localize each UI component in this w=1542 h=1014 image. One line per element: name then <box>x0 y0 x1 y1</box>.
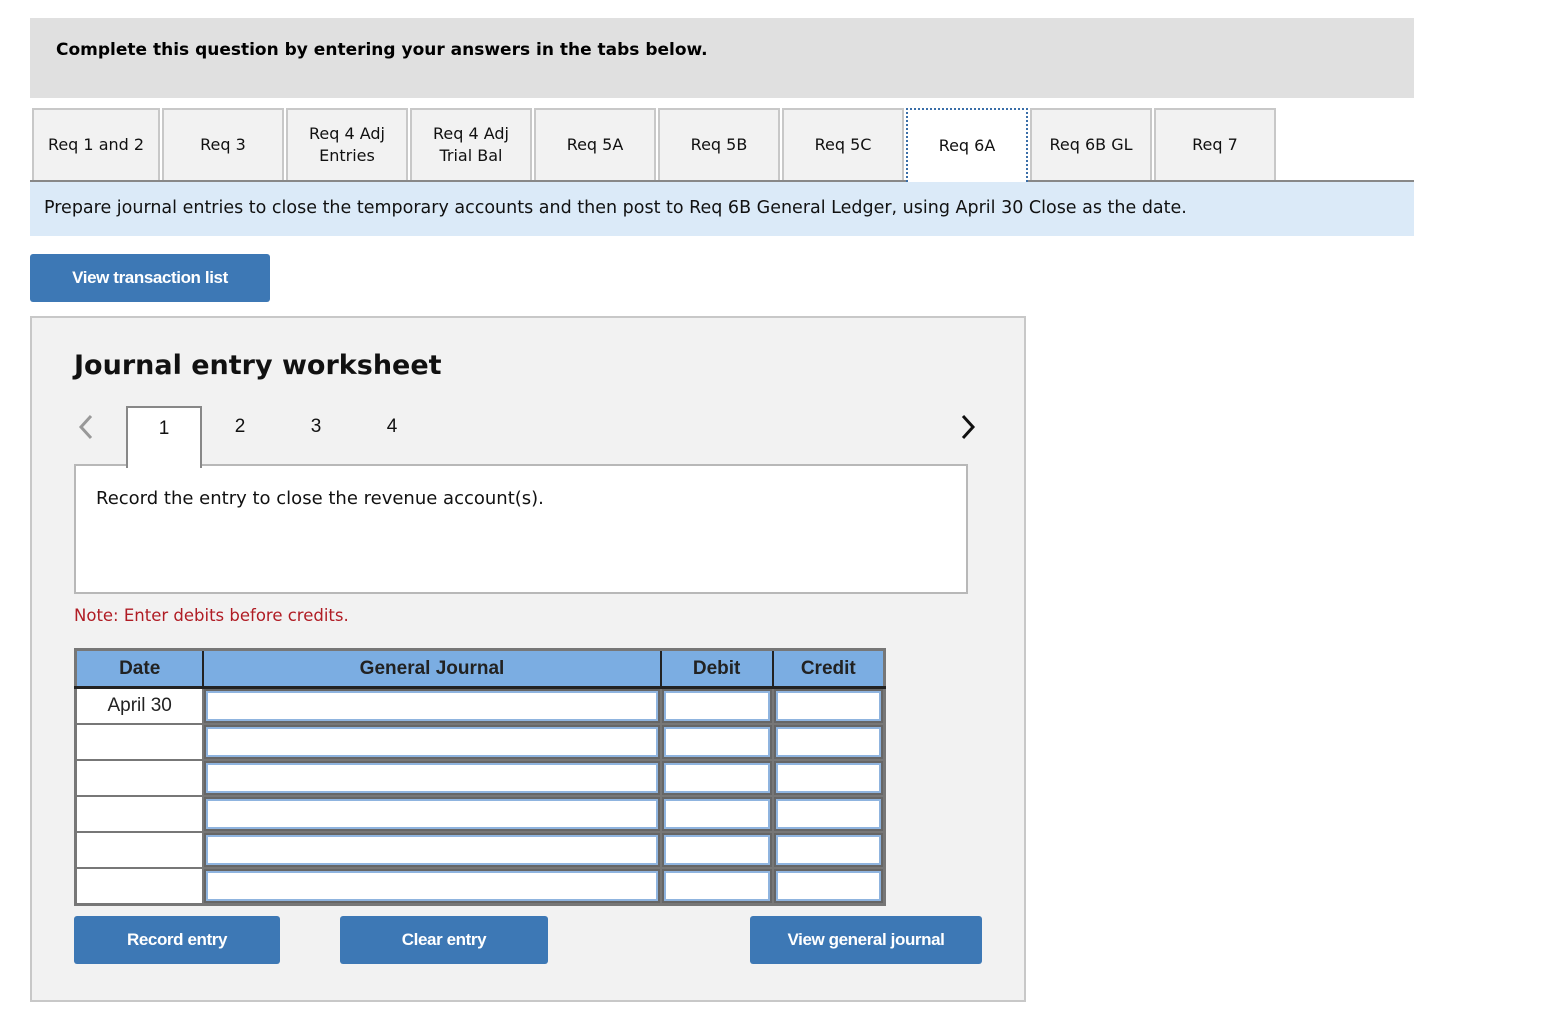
tab-req-6b-gl[interactable]: Req 6B GL <box>1030 108 1152 180</box>
credit-cell <box>771 831 886 869</box>
account-cell <box>202 723 662 761</box>
entry-description-box: Record the entry to close the revenue ac… <box>74 464 968 594</box>
note-text: Note: Enter debits before credits. <box>74 606 349 625</box>
account-cell <box>202 795 662 833</box>
journal-row <box>74 723 886 761</box>
account-cell <box>202 831 662 869</box>
previous-step-button[interactable] <box>76 412 96 442</box>
debit-input[interactable] <box>663 835 770 865</box>
worksheet-title: Journal entry worksheet <box>74 350 442 381</box>
debit-cell <box>659 831 774 869</box>
requirement-prompt: Prepare journal entries to close the tem… <box>30 182 1414 236</box>
requirement-tabs: Req 1 and 2 Req 3 Req 4 Adj Entries Req … <box>30 108 1414 182</box>
account-input[interactable] <box>206 871 658 901</box>
date-cell <box>74 759 205 797</box>
account-input[interactable] <box>206 799 658 829</box>
account-cell <box>202 686 662 725</box>
date-cell <box>74 795 205 833</box>
credit-cell <box>771 723 886 761</box>
view-general-journal-button[interactable]: View general journal <box>750 916 982 964</box>
journal-header-row: Date General Journal Debit Credit <box>74 648 886 689</box>
account-cell <box>202 759 662 797</box>
journal-row <box>74 867 886 906</box>
date-cell <box>74 831 205 869</box>
prompt-text: Prepare journal entries to close the tem… <box>44 198 1187 218</box>
column-header-date: Date <box>74 648 204 689</box>
debit-input[interactable] <box>663 691 770 721</box>
column-header-general-journal: General Journal <box>202 648 661 689</box>
column-header-debit: Debit <box>659 648 773 689</box>
account-input[interactable] <box>206 727 658 757</box>
account-input[interactable] <box>206 763 658 793</box>
debit-cell <box>659 759 774 797</box>
credit-input[interactable] <box>775 727 881 757</box>
journal-row <box>74 795 886 833</box>
step-tab-4[interactable]: 4 <box>354 406 430 466</box>
credit-input[interactable] <box>775 691 881 721</box>
credit-input[interactable] <box>775 835 881 865</box>
instruction-text: Complete this question by entering your … <box>56 40 708 60</box>
step-tab-3[interactable]: 3 <box>278 406 354 466</box>
tab-req-6a[interactable]: Req 6A <box>906 108 1028 182</box>
tab-req-4-adj-trial-bal[interactable]: Req 4 Adj Trial Bal <box>410 108 532 180</box>
record-entry-button[interactable]: Record entry <box>74 916 280 964</box>
credit-cell <box>771 759 886 797</box>
credit-input[interactable] <box>775 763 881 793</box>
debit-input[interactable] <box>663 763 770 793</box>
tab-req-5c[interactable]: Req 5C <box>782 108 904 180</box>
view-transaction-list-button[interactable]: View transaction list <box>30 254 270 302</box>
credit-input[interactable] <box>775 799 881 829</box>
journal-table: Date General Journal Debit Credit April … <box>74 648 886 906</box>
instruction-bar: Complete this question by entering your … <box>30 18 1414 98</box>
account-input[interactable] <box>206 835 658 865</box>
column-header-credit: Credit <box>771 648 886 689</box>
account-cell <box>202 867 662 906</box>
tab-req-5b[interactable]: Req 5B <box>658 108 780 180</box>
debit-cell <box>659 686 774 725</box>
tab-req-4-adj-entries[interactable]: Req 4 Adj Entries <box>286 108 408 180</box>
chevron-left-icon <box>78 414 93 440</box>
journal-entry-worksheet: Journal entry worksheet 1 2 3 4 Record t… <box>30 316 1026 1002</box>
clear-entry-button[interactable]: Clear entry <box>340 916 548 964</box>
debit-input[interactable] <box>663 799 770 829</box>
tab-req-5a[interactable]: Req 5A <box>534 108 656 180</box>
journal-row: April 30 <box>74 686 886 725</box>
credit-input[interactable] <box>775 871 881 901</box>
date-cell <box>74 723 205 761</box>
tab-req-1-and-2[interactable]: Req 1 and 2 <box>32 108 160 180</box>
journal-row <box>74 831 886 869</box>
journal-row <box>74 759 886 797</box>
date-cell: April 30 <box>74 686 205 725</box>
date-cell <box>74 867 205 906</box>
entry-description: Record the entry to close the revenue ac… <box>96 488 544 509</box>
tab-req-3[interactable]: Req 3 <box>162 108 284 180</box>
step-tab-2[interactable]: 2 <box>202 406 278 466</box>
debit-cell <box>659 867 774 906</box>
debit-cell <box>659 723 774 761</box>
credit-cell <box>771 795 886 833</box>
chevron-right-icon <box>961 414 976 440</box>
debit-cell <box>659 795 774 833</box>
account-input[interactable] <box>206 691 658 721</box>
credit-cell <box>771 686 886 725</box>
debit-input[interactable] <box>663 727 770 757</box>
tab-req-7[interactable]: Req 7 <box>1154 108 1276 180</box>
step-tab-1[interactable]: 1 <box>126 406 202 468</box>
next-step-button[interactable] <box>958 412 978 442</box>
debit-input[interactable] <box>663 871 770 901</box>
credit-cell <box>771 867 886 906</box>
